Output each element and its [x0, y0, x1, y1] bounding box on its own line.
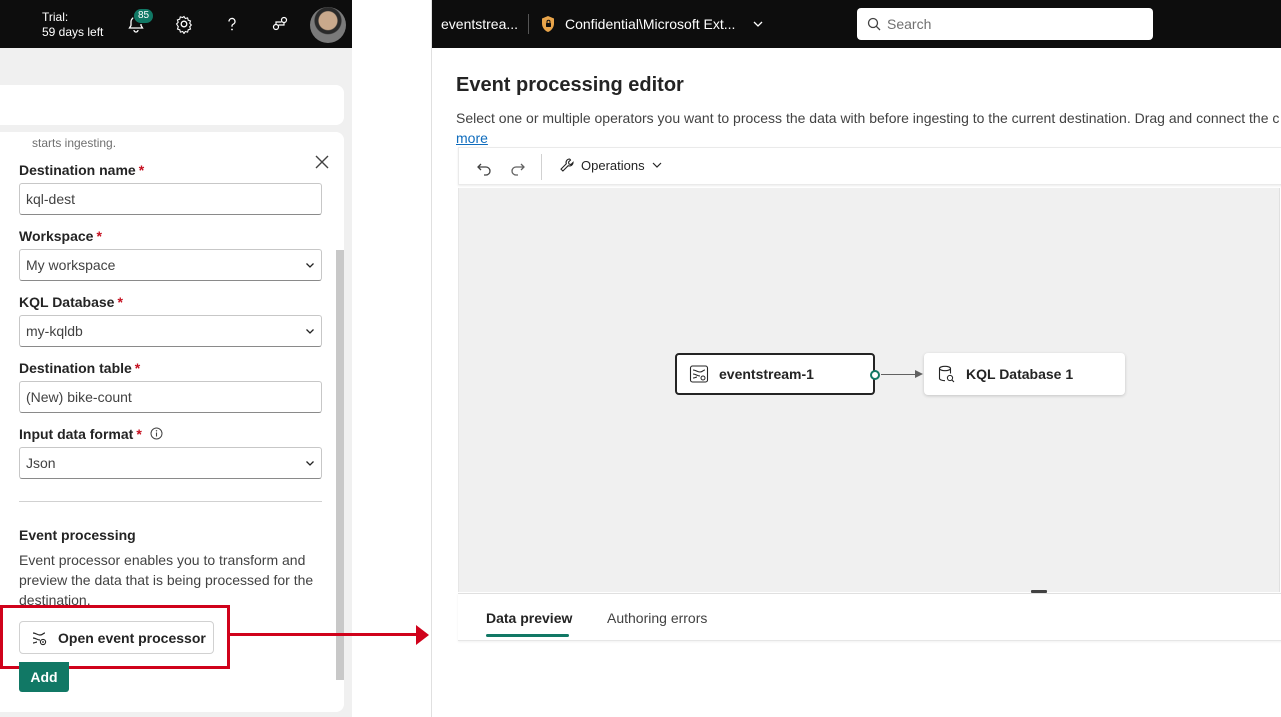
close-icon[interactable]: [312, 152, 332, 172]
info-icon[interactable]: [150, 427, 163, 440]
trial-days-left: 59 days left: [42, 25, 104, 39]
kql-database-select[interactable]: my-kqldb: [19, 315, 322, 347]
search-icon: [867, 17, 881, 31]
scrollbar[interactable]: [336, 250, 344, 680]
output-port[interactable]: [870, 370, 880, 380]
sensitivity-shield-icon: [542, 16, 554, 32]
destination-table-value: (New) bike-count: [26, 389, 132, 405]
connector-line: [881, 374, 915, 375]
required-marker: *: [134, 360, 141, 376]
required-marker: *: [96, 228, 102, 244]
required-marker: *: [138, 162, 145, 178]
trial-label: Trial:: [42, 10, 69, 24]
workspace-value: My workspace: [26, 257, 116, 273]
chevron-down-icon: [652, 162, 662, 168]
highlight-box: [0, 605, 230, 669]
sensitivity-label[interactable]: Confidential\Microsoft Ext...: [565, 16, 735, 32]
eventstream-node-label: eventstream-1: [719, 366, 814, 382]
kql-database-label-text: KQL Database: [19, 294, 115, 310]
destination-name-input[interactable]: kql-dest: [19, 183, 322, 215]
redo-icon[interactable]: [507, 158, 527, 178]
event-processing-description: Event processor enables you to transform…: [19, 552, 314, 608]
trial-status[interactable]: Trial: 59 days left: [42, 10, 103, 40]
editor-toolbar: Operations: [458, 147, 1281, 185]
undo-icon[interactable]: [475, 158, 495, 178]
page-title: Event processing editor: [456, 74, 684, 96]
more-link[interactable]: more: [456, 130, 488, 146]
toolbar-divider: [541, 154, 542, 180]
editor-canvas[interactable]: eventstream-1 KQL Database 1: [458, 188, 1280, 592]
panel-header-strip: [0, 85, 344, 125]
event-processing-editor: eventstrea... Confidential\Microsoft Ext…: [431, 0, 1281, 717]
truncated-text: starts ingesting.: [32, 136, 117, 150]
item-name[interactable]: eventstrea...: [441, 16, 518, 32]
bottom-tabs-panel: Data preview Authoring errors: [458, 593, 1281, 641]
destination-name-label-text: Destination name: [19, 162, 136, 178]
avatar[interactable]: [310, 7, 346, 43]
destination-name-label: Destination name *: [19, 162, 144, 178]
tab-authoring-errors[interactable]: Authoring errors: [607, 610, 707, 626]
top-bar: eventstrea... Confidential\Microsoft Ext…: [432, 0, 1281, 48]
input-data-format-select[interactable]: Json: [19, 447, 322, 479]
kql-database-value: my-kqldb: [26, 323, 83, 339]
input-data-format-label-text: Input data format: [19, 426, 134, 442]
event-processing-title: Event processing: [19, 527, 136, 543]
required-marker: *: [136, 426, 142, 442]
kql-database-node[interactable]: KQL Database 1: [924, 353, 1125, 395]
add-button[interactable]: Add: [19, 662, 69, 692]
kql-database-node-label: KQL Database 1: [966, 366, 1074, 382]
connector-arrowhead: [915, 370, 923, 378]
chevron-down-icon: [306, 461, 314, 466]
eventstream-icon: [689, 365, 709, 383]
share-icon[interactable]: [268, 12, 292, 36]
top-bar: Trial: 59 days left 85: [0, 0, 352, 48]
kql-database-label: KQL Database *: [19, 294, 123, 310]
input-data-format-value: Json: [26, 455, 56, 471]
help-icon[interactable]: [220, 12, 244, 36]
destination-table-label-text: Destination table: [19, 360, 132, 376]
workspace-label-text: Workspace: [19, 228, 94, 244]
kql-database-icon: [938, 365, 955, 383]
required-marker: *: [117, 294, 123, 310]
destination-table-label: Destination table *: [19, 360, 140, 376]
destination-panel: Trial: 59 days left 85 starts ingesting.: [0, 0, 352, 717]
eventstream-node[interactable]: eventstream-1: [675, 353, 875, 395]
editor-description: Select one or multiple operators you wan…: [456, 110, 1280, 126]
destination-table-input[interactable]: (New) bike-count: [19, 381, 322, 413]
gear-icon[interactable]: [172, 12, 196, 36]
notification-badge: 85: [133, 8, 154, 24]
input-data-format-label: Input data format *: [19, 426, 163, 442]
operations-menu-button[interactable]: Operations: [559, 157, 663, 173]
screenshot-root: Trial: 59 days left 85 starts ingesting.: [0, 0, 1281, 717]
workspace-select[interactable]: My workspace: [19, 249, 322, 281]
search-input[interactable]: Search: [857, 8, 1153, 40]
chevron-down-icon[interactable]: [752, 18, 764, 30]
destination-name-value: kql-dest: [26, 191, 76, 207]
topbar-separator: [528, 14, 529, 34]
workspace-label: Workspace *: [19, 228, 102, 244]
chevron-down-icon: [306, 263, 314, 268]
callout-arrow-line: [230, 633, 418, 636]
search-placeholder: Search: [887, 16, 932, 32]
operations-label: Operations: [581, 157, 645, 173]
chevron-down-icon: [306, 329, 314, 334]
wrench-icon: [560, 158, 574, 172]
tab-data-preview[interactable]: Data preview: [486, 610, 572, 626]
section-divider: [19, 501, 322, 502]
active-tab-indicator: [486, 634, 569, 637]
callout-arrow-head: [416, 625, 429, 645]
